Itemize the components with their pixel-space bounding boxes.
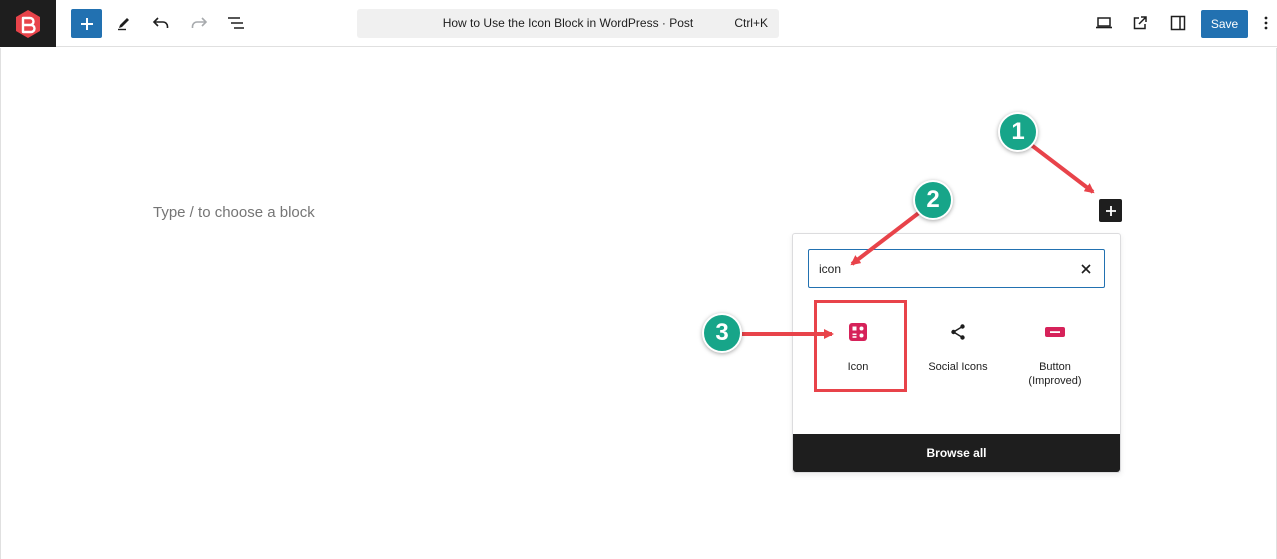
preview-button[interactable] [1089, 8, 1119, 38]
view-post-button[interactable] [1125, 8, 1155, 38]
pencil-icon [118, 18, 129, 31]
step-badge-3: 3 [702, 313, 742, 353]
icon-block-icon [846, 320, 870, 344]
editor-toolbar: How to Use the Icon Block in WordPress ·… [0, 0, 1277, 47]
quick-inserter-popover: Icon Social Icons Button(Improved) Brows… [792, 233, 1121, 473]
share-icon [946, 320, 970, 344]
save-button[interactable]: Save [1201, 10, 1248, 38]
document-title: How to Use the Icon Block in WordPress ·… [442, 16, 694, 30]
block-search-input[interactable] [819, 260, 1059, 278]
more-options-button[interactable] [1256, 8, 1276, 38]
plus-icon [1105, 205, 1116, 216]
step-badge-2: 2 [913, 180, 953, 220]
redo-button[interactable] [184, 8, 214, 38]
command-palette-bar[interactable]: How to Use the Icon Block in WordPress ·… [357, 9, 779, 38]
button-icon [1043, 320, 1067, 344]
undo-button[interactable] [146, 8, 176, 38]
block-result-label: Icon [847, 361, 869, 373]
logo-icon[interactable] [0, 0, 56, 47]
block-result-label: Social Icons [928, 361, 988, 373]
block-result-button-improved[interactable]: Button (Improved) [1011, 300, 1099, 390]
more-options-icon [1264, 16, 1268, 30]
block-inserter-button[interactable] [1099, 199, 1122, 222]
block-result-label: Button (Improved) [1028, 361, 1082, 387]
tools-button[interactable] [109, 8, 139, 38]
browse-all-button[interactable]: Browse all [793, 434, 1120, 472]
desktop-preview-icon [1096, 17, 1112, 29]
plus-icon [80, 17, 93, 30]
external-link-icon [1133, 16, 1147, 30]
close-icon[interactable] [1079, 262, 1093, 276]
undo-icon [152, 17, 169, 28]
redo-icon [191, 17, 208, 28]
block-placeholder[interactable]: Type / to choose a block [153, 204, 315, 221]
sidebar-toggle-icon [1170, 15, 1186, 31]
block-result-social-icons[interactable]: Social Icons [914, 300, 1002, 390]
block-result-icon[interactable]: Icon [814, 300, 902, 390]
command-shortcut: Ctrl+K [734, 16, 768, 30]
settings-sidebar-button[interactable] [1163, 8, 1193, 38]
list-view-icon [228, 17, 244, 29]
add-block-button[interactable] [71, 9, 102, 38]
block-search-box[interactable] [808, 249, 1105, 288]
step-badge-1: 1 [998, 112, 1038, 152]
document-overview-button[interactable] [221, 8, 251, 38]
